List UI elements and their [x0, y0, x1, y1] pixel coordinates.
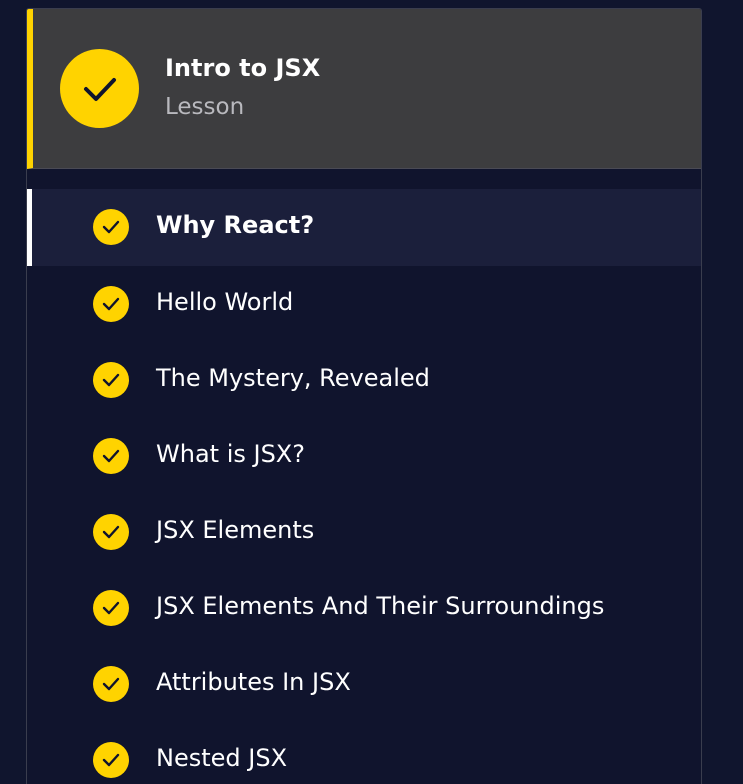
lesson-panel: Intro to JSX Lesson Why React? Hello Wor… [26, 8, 702, 784]
exercise-label: Hello World [156, 288, 294, 316]
exercise-list: Why React? Hello World The Mystery, Reve… [27, 189, 701, 784]
check-icon [93, 742, 129, 778]
check-icon [93, 209, 129, 245]
exercise-item-mystery-revealed[interactable]: The Mystery, Revealed [27, 342, 701, 418]
exercise-label: Why React? [156, 211, 315, 239]
lesson-complete-check-icon [60, 49, 139, 128]
exercise-label: Nested JSX [156, 744, 288, 772]
check-icon [93, 438, 129, 474]
exercise-item-jsx-surroundings[interactable]: JSX Elements And Their Surroundings [27, 570, 701, 646]
exercise-label: The Mystery, Revealed [156, 364, 430, 392]
exercise-item-jsx-elements[interactable]: JSX Elements [27, 494, 701, 570]
check-icon [93, 362, 129, 398]
exercise-item-nested-jsx[interactable]: Nested JSX [27, 722, 701, 784]
exercise-label: JSX Elements And Their Surroundings [156, 592, 605, 620]
exercise-label: What is JSX? [156, 440, 305, 468]
exercise-label: JSX Elements [156, 516, 315, 544]
exercise-item-why-react[interactable]: Why React? [27, 189, 701, 266]
check-icon [93, 286, 129, 322]
exercise-item-hello-world[interactable]: Hello World [27, 266, 701, 342]
check-icon [93, 666, 129, 702]
exercise-item-what-is-jsx[interactable]: What is JSX? [27, 418, 701, 494]
exercise-label: Attributes In JSX [156, 668, 351, 696]
check-icon [93, 590, 129, 626]
lesson-type-label: Lesson [165, 94, 245, 120]
check-icon [93, 514, 129, 550]
lesson-title: Intro to JSX [165, 54, 321, 82]
lesson-header[interactable]: Intro to JSX Lesson [27, 9, 701, 169]
exercise-item-attributes-in-jsx[interactable]: Attributes In JSX [27, 646, 701, 722]
